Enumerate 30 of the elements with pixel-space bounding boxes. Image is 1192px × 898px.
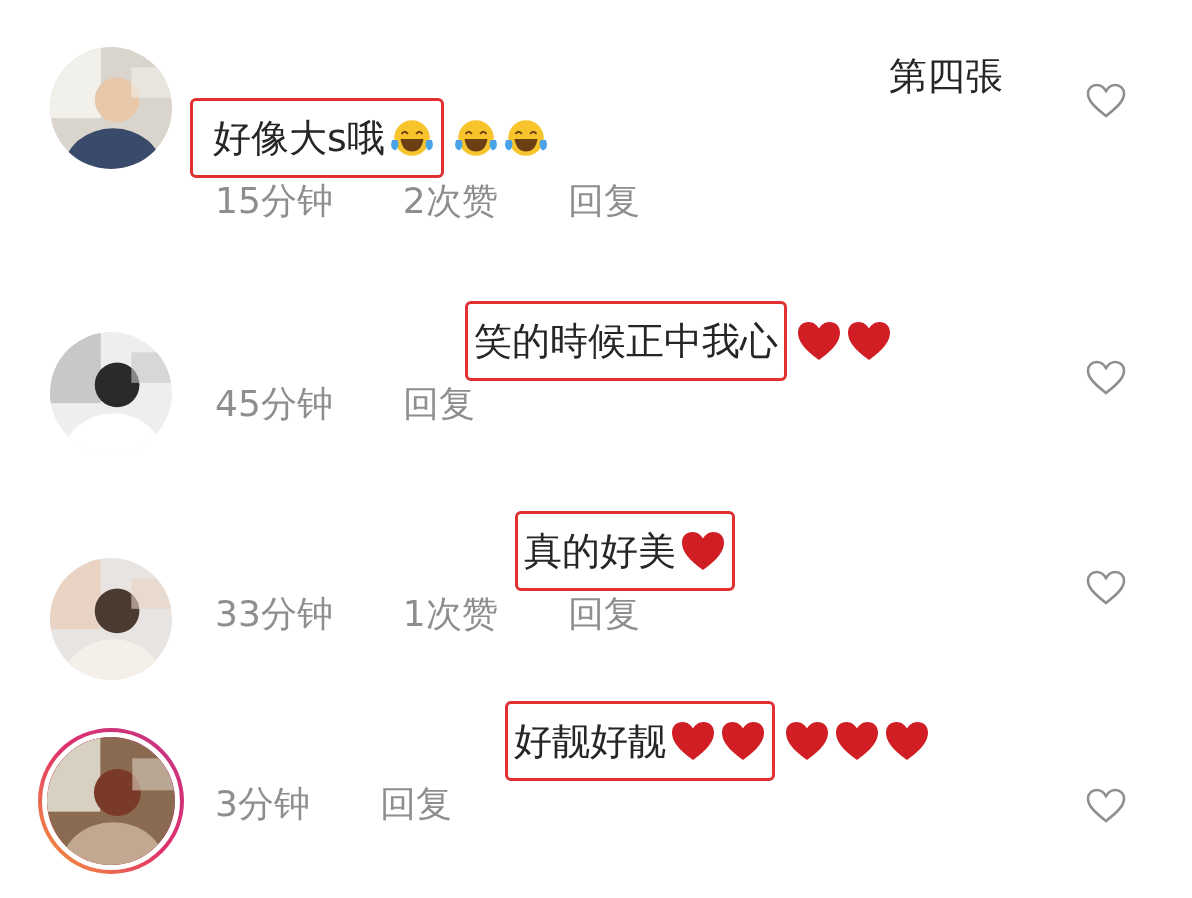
heart-emoji-icon <box>680 530 726 572</box>
reply-link[interactable]: 回复 <box>379 780 452 829</box>
laughing-emoji-icon <box>502 117 549 159</box>
heart-outline-icon[interactable] <box>1086 360 1126 396</box>
heart-emoji-icon <box>834 720 880 762</box>
comment-text: 好像大s哦 <box>213 114 385 162</box>
comment-text: 笑的時候正中我心 <box>474 317 778 365</box>
heart-emoji-icon <box>784 720 830 762</box>
heart-outline-icon[interactable] <box>1086 83 1126 119</box>
like-count[interactable]: 2次赞 <box>402 177 498 226</box>
reply-link[interactable]: 回复 <box>567 177 640 226</box>
heart-emoji-icon <box>796 320 842 362</box>
comment-text: 第四張 <box>889 52 1003 100</box>
heart-outline-icon[interactable] <box>1086 788 1126 824</box>
laughing-emoji-icon <box>388 117 435 159</box>
heart-emoji-icon <box>670 720 716 762</box>
heart-emoji-icon <box>720 720 766 762</box>
heart-emoji-icon <box>884 720 930 762</box>
comment-time: 15分钟 <box>215 179 333 223</box>
like-count[interactable]: 1次赞 <box>402 590 498 639</box>
heart-emoji-icon <box>846 320 892 362</box>
comment-text: 好靓好靓 <box>514 717 666 765</box>
comment-text: 真的好美 <box>524 527 676 575</box>
comment-time: 3分钟 <box>215 782 310 826</box>
comment-time: 33分钟 <box>215 592 333 636</box>
comment-time: 45分钟 <box>215 382 333 426</box>
reply-link[interactable]: 回复 <box>402 380 475 429</box>
laughing-emoji-icon <box>452 117 499 159</box>
reply-link[interactable]: 回复 <box>567 590 640 639</box>
heart-outline-icon[interactable] <box>1086 570 1126 606</box>
